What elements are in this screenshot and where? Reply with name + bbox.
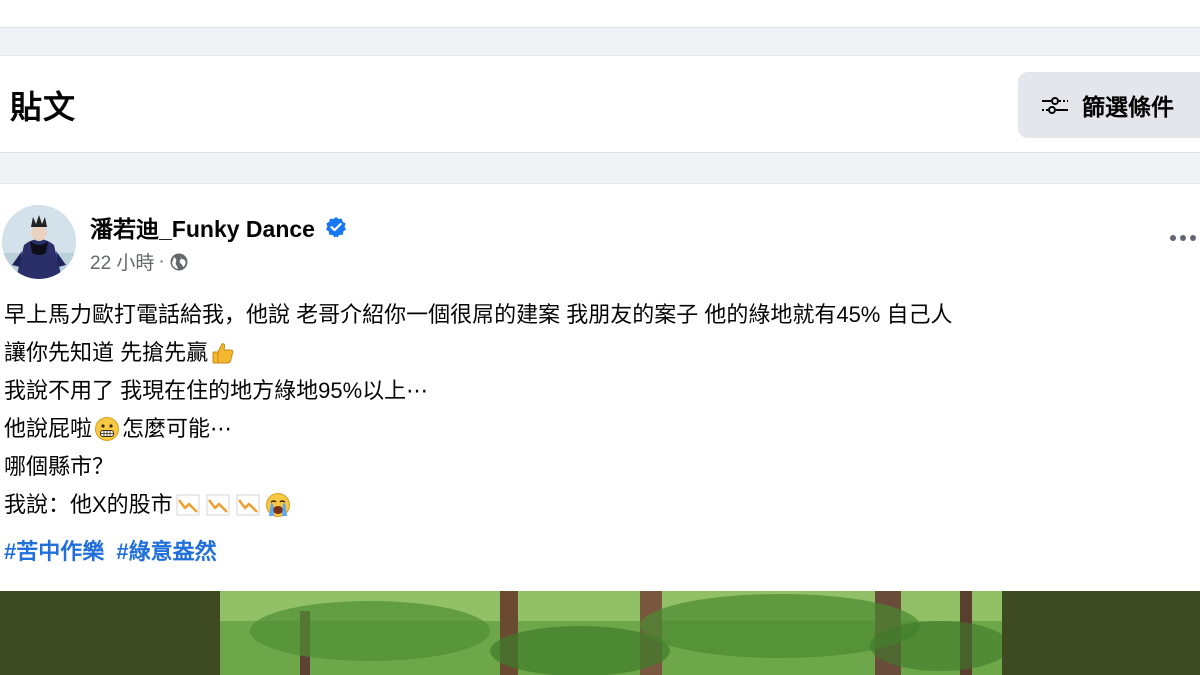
filter-label: 篩選條件 [1082, 94, 1174, 120]
page-title: 貼文 [10, 89, 77, 125]
post-line: 他說屁啦 怎麼可能⋯ [4, 410, 1200, 448]
post-line: 我說：他X的股市 [4, 486, 1200, 524]
author-name[interactable]: 潘若迪_Funky Dance [90, 210, 315, 244]
thumbs-up-emoji [212, 343, 234, 364]
post-line-text: 怎麼可能⋯ [122, 416, 233, 441]
post-meta: 22 小時 · [90, 248, 189, 275]
hashtag-link[interactable]: #綠意盎然 [116, 539, 216, 564]
more-options-icon[interactable] [1170, 226, 1200, 250]
posts-header: 貼文 篩選條件 [0, 55, 1200, 153]
avatar-image [2, 205, 76, 279]
verified-badge-icon [325, 217, 346, 238]
post-time[interactable]: 22 小時 [90, 248, 154, 275]
filter-sliders-icon [1042, 97, 1068, 114]
post-text: 早上馬力歐打電話給我，他說 老哥介紹你一個很屌的建案 我朋友的案子 他的綠地就有… [4, 296, 1200, 524]
post-line-text: 讓你先知道 先搶先贏 [4, 340, 209, 365]
post-line-text: 早上馬力歐打電話給我，他說 老哥介紹你一個很屌的建案 我朋友的案子 他的綠地就有… [4, 302, 953, 327]
chart-decreasing-emoji [206, 494, 230, 516]
post-line: 讓你先知道 先搶先贏 [4, 334, 1200, 372]
hashtag-link[interactable]: #苦中作樂 [4, 539, 104, 564]
grimacing-face-emoji [95, 417, 120, 441]
filter-button[interactable]: 篩選條件 [1018, 72, 1200, 138]
post-line-text: 我說不用了 我現在住的地方綠地95%以上⋯ [4, 378, 429, 403]
post-line-text: 他說屁啦 [4, 416, 93, 441]
meta-separator: · [158, 250, 165, 272]
post-line-text: 哪個縣市？ [4, 454, 115, 479]
post-photo[interactable] [220, 591, 1002, 675]
loudly-crying-face-emoji [265, 493, 290, 517]
post-line: 哪個縣市？ [4, 448, 1200, 486]
forest-image [220, 591, 1002, 675]
hashtags: #苦中作樂 #綠意盎然 [4, 534, 223, 566]
post-line-text: 我說：他X的股市 [4, 492, 173, 517]
chart-decreasing-emoji [236, 494, 260, 516]
post-line: 早上馬力歐打電話給我，他說 老哥介紹你一個很屌的建案 我朋友的案子 他的綠地就有… [4, 296, 1200, 334]
post-card: 潘若迪_Funky Dance 22 小時 · 早上馬力歐打電話給我，他說 老哥… [0, 183, 1200, 675]
globe-icon[interactable] [169, 252, 189, 272]
author-line: 潘若迪_Funky Dance [90, 210, 347, 244]
post-line: 我說不用了 我現在住的地方綠地95%以上⋯ [4, 372, 1200, 410]
avatar[interactable] [2, 205, 76, 279]
post-photo-area [0, 591, 1200, 675]
top-strip [0, 0, 1200, 28]
chart-decreasing-emoji [176, 494, 200, 516]
